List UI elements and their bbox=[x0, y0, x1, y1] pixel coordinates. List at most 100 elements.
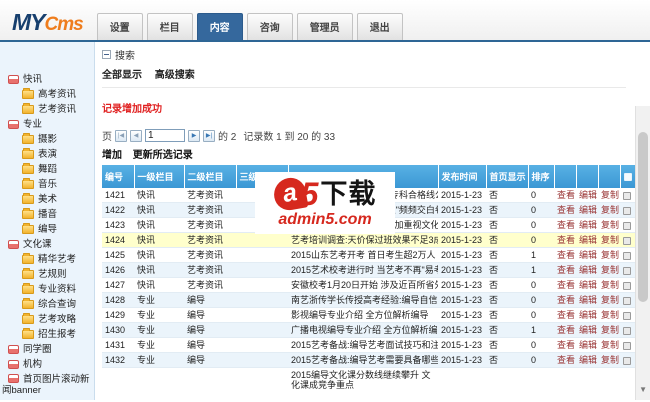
sidebar-item[interactable]: 编导 bbox=[0, 222, 94, 237]
prev-page-button[interactable]: ◀ bbox=[130, 129, 142, 142]
row-checkbox[interactable] bbox=[623, 296, 631, 305]
folder-icon bbox=[22, 148, 34, 159]
edit-link[interactable]: 编辑 bbox=[579, 265, 597, 275]
sidebar-item[interactable]: 美术 bbox=[0, 192, 94, 207]
edit-link[interactable]: 编辑 bbox=[579, 220, 597, 230]
next-page-button[interactable]: ▶ bbox=[188, 129, 200, 142]
action-cell: 复制 bbox=[598, 367, 620, 400]
edit-link[interactable]: 编辑 bbox=[579, 205, 597, 215]
sidebar-item[interactable]: 招生报考 bbox=[0, 327, 94, 342]
cell: 2015-1-23 bbox=[438, 188, 486, 203]
tab-2[interactable]: 内容 bbox=[196, 13, 243, 40]
row-checkbox[interactable] bbox=[623, 326, 631, 335]
copy-link[interactable]: 复制 bbox=[601, 235, 619, 245]
view-link[interactable]: 查看 bbox=[557, 265, 575, 275]
collapse-icon[interactable] bbox=[102, 50, 111, 59]
view-link[interactable]: 查看 bbox=[557, 340, 575, 350]
sidebar-item[interactable]: 综合查询 bbox=[0, 297, 94, 312]
row-checkbox[interactable] bbox=[623, 191, 631, 200]
copy-link[interactable]: 复制 bbox=[601, 220, 619, 230]
sidebar-item[interactable]: 艺考资讯 bbox=[0, 102, 94, 117]
select-all-checkbox[interactable] bbox=[623, 173, 632, 182]
show-all-link[interactable]: 全部显示 bbox=[102, 70, 142, 81]
action-cell: 查看 bbox=[554, 307, 576, 323]
view-link[interactable]: 查看 bbox=[557, 310, 575, 320]
view-link[interactable]: 查看 bbox=[557, 325, 575, 335]
cell: 1 bbox=[528, 322, 554, 338]
view-link[interactable]: 查看 bbox=[557, 220, 575, 230]
vertical-scrollbar[interactable]: ▼ bbox=[635, 106, 650, 400]
cell: 2015-1-23 bbox=[438, 232, 486, 248]
row-checkbox[interactable] bbox=[623, 311, 631, 320]
sidebar-item[interactable]: 音乐 bbox=[0, 177, 94, 192]
copy-link[interactable]: 复制 bbox=[601, 325, 619, 335]
copy-link[interactable]: 复制 bbox=[601, 280, 619, 290]
view-link[interactable]: 查看 bbox=[557, 235, 575, 245]
row-checkbox[interactable] bbox=[623, 251, 631, 260]
first-page-button[interactable]: |◀ bbox=[115, 129, 127, 142]
sidebar-item[interactable]: 播音 bbox=[0, 207, 94, 222]
copy-link[interactable]: 复制 bbox=[601, 265, 619, 275]
copy-link[interactable]: 复制 bbox=[601, 250, 619, 260]
sidebar-item[interactable]: 快讯 bbox=[0, 72, 94, 87]
row-checkbox[interactable] bbox=[623, 281, 631, 290]
sidebar-item[interactable]: 高考资讯 bbox=[0, 87, 94, 102]
edit-link[interactable]: 编辑 bbox=[579, 235, 597, 245]
view-link[interactable]: 查看 bbox=[557, 205, 575, 215]
edit-link[interactable]: 编辑 bbox=[579, 325, 597, 335]
row-checkbox[interactable] bbox=[623, 206, 631, 215]
sidebar-item[interactable]: 首页图片滚动新闻banner bbox=[0, 372, 94, 398]
sidebar-item[interactable]: 表演 bbox=[0, 147, 94, 162]
scrollbar-thumb[interactable] bbox=[638, 132, 648, 302]
sidebar-item[interactable]: 艺规则 bbox=[0, 267, 94, 282]
sidebar-item-label: 美术 bbox=[38, 194, 58, 205]
sidebar-item[interactable]: 机构 bbox=[0, 357, 94, 372]
view-link[interactable]: 查看 bbox=[557, 190, 575, 200]
row-checkbox[interactable] bbox=[623, 356, 631, 365]
sidebar-item[interactable]: 艺考攻略 bbox=[0, 312, 94, 327]
view-link[interactable]: 查看 bbox=[557, 250, 575, 260]
cell: 编导 bbox=[184, 307, 236, 323]
row-checkbox[interactable] bbox=[623, 221, 631, 230]
tab-3[interactable]: 咨询 bbox=[246, 13, 293, 40]
row-checkbox[interactable] bbox=[623, 341, 631, 350]
cell: 专业 bbox=[134, 322, 184, 338]
copy-link[interactable]: 复制 bbox=[601, 205, 619, 215]
copy-link[interactable]: 复制 bbox=[601, 190, 619, 200]
advanced-search-link[interactable]: 高级搜索 bbox=[155, 70, 195, 81]
cell: 否 bbox=[486, 292, 528, 308]
view-link[interactable]: 查看 bbox=[557, 280, 575, 290]
tab-0[interactable]: 设置 bbox=[96, 13, 143, 40]
edit-link[interactable]: 编辑 bbox=[579, 355, 597, 365]
sidebar-item[interactable]: 专业资料 bbox=[0, 282, 94, 297]
scroll-down-arrow-icon[interactable]: ▼ bbox=[639, 385, 647, 394]
folder-icon bbox=[22, 103, 34, 114]
copy-link[interactable]: 复制 bbox=[601, 355, 619, 365]
tab-1[interactable]: 栏目 bbox=[146, 13, 193, 40]
view-link[interactable]: 查看 bbox=[557, 355, 575, 365]
copy-link[interactable]: 复制 bbox=[601, 310, 619, 320]
edit-link[interactable]: 编辑 bbox=[579, 190, 597, 200]
edit-link[interactable]: 编辑 bbox=[579, 310, 597, 320]
copy-link[interactable]: 复制 bbox=[601, 295, 619, 305]
page-number-input[interactable] bbox=[145, 129, 185, 142]
edit-link[interactable]: 编辑 bbox=[579, 280, 597, 290]
edit-link[interactable]: 编辑 bbox=[579, 340, 597, 350]
sidebar-item[interactable]: 精华艺考 bbox=[0, 252, 94, 267]
edit-link[interactable]: 编辑 bbox=[579, 250, 597, 260]
sidebar-item[interactable]: 同学圈 bbox=[0, 342, 94, 357]
sidebar-item[interactable]: 摄影 bbox=[0, 132, 94, 147]
tab-4[interactable]: 管理员 bbox=[296, 13, 353, 40]
copy-link[interactable]: 复制 bbox=[601, 340, 619, 350]
add-record-link[interactable]: 增加 bbox=[102, 150, 122, 161]
row-checkbox[interactable] bbox=[623, 236, 631, 245]
edit-link[interactable]: 编辑 bbox=[579, 295, 597, 305]
update-selected-link[interactable]: 更新所选记录 bbox=[133, 150, 193, 161]
sidebar-item[interactable]: 专业 bbox=[0, 117, 94, 132]
view-link[interactable]: 查看 bbox=[557, 295, 575, 305]
row-checkbox[interactable] bbox=[623, 266, 631, 275]
sidebar-item[interactable]: 文化课 bbox=[0, 237, 94, 252]
sidebar-item[interactable]: 舞蹈 bbox=[0, 162, 94, 177]
last-page-button[interactable]: ▶| bbox=[203, 129, 215, 142]
tab-5[interactable]: 退出 bbox=[356, 13, 403, 40]
